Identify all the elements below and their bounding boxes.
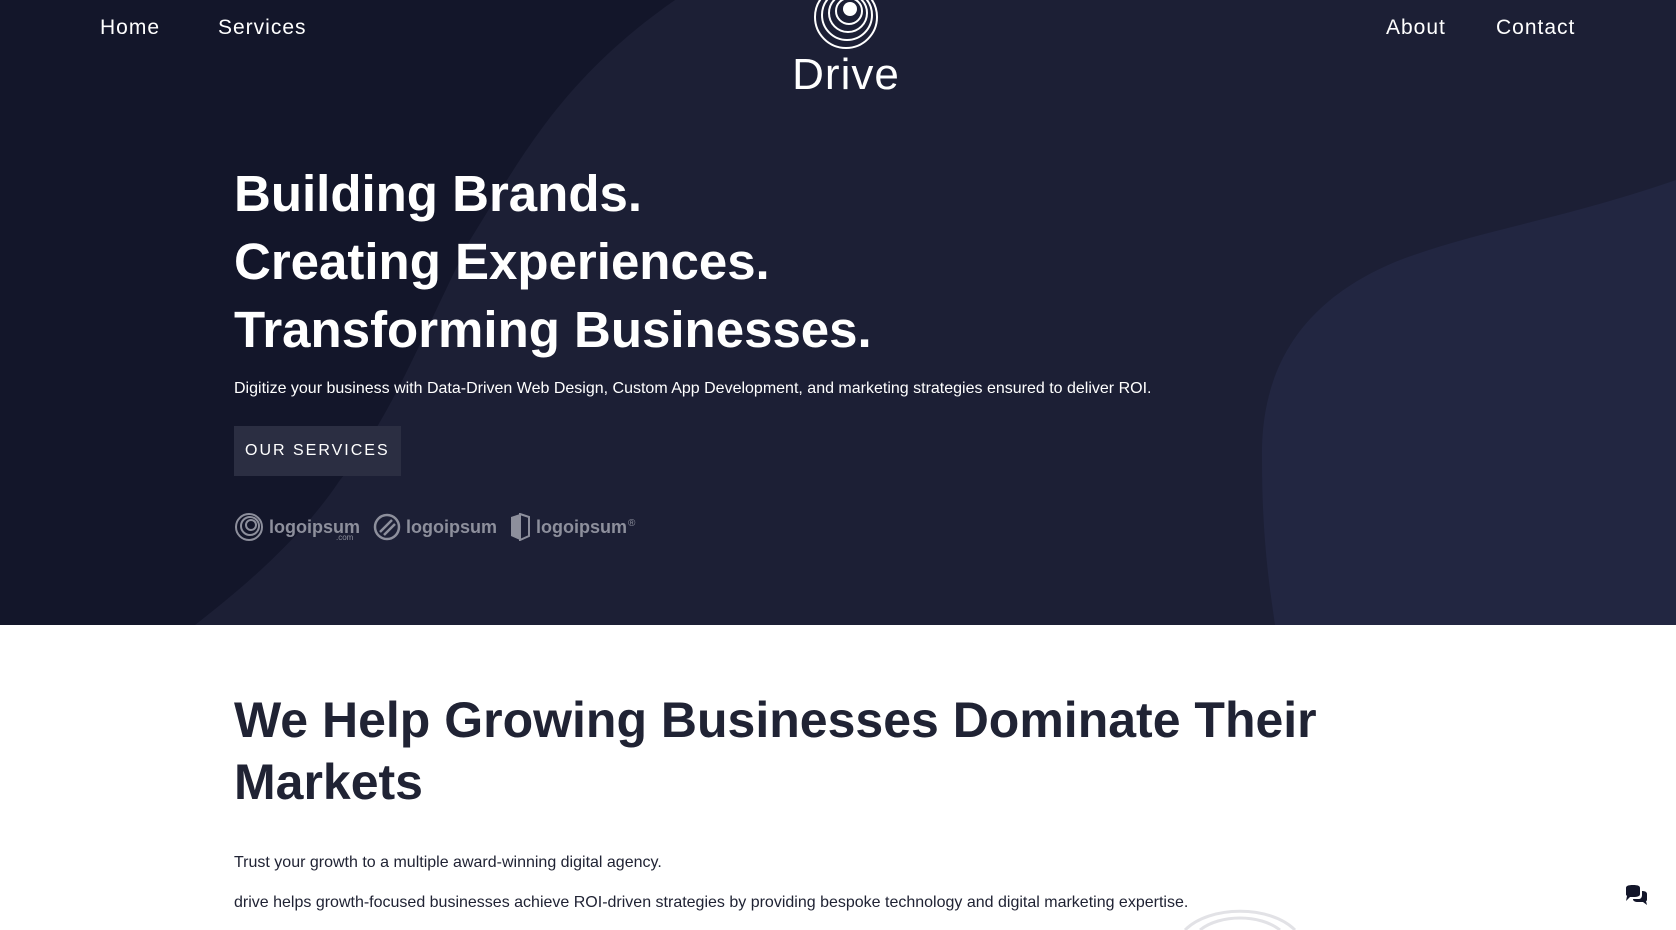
nav-services-link[interactable]: Services: [218, 16, 307, 40]
concentric-circles-watermark-icon: [1183, 909, 1297, 930]
section-paragraph: Trust your growth to a multiple award-wi…: [234, 854, 662, 871]
partner-logo-text: logoipsum: [406, 516, 497, 537]
headline-line: Creating Experiences.: [234, 233, 770, 290]
chat-bubbles-icon: [1626, 885, 1647, 905]
our-services-button[interactable]: OUR SERVICES: [234, 426, 401, 476]
hero-headline: Building Brands. Creating Experiences. T…: [234, 160, 872, 364]
section-title: We Help Growing Businesses Dominate Thei…: [234, 692, 1317, 810]
partner-logo: logoipsum: [373, 510, 497, 544]
partner-logo: logoipsum .com: [234, 510, 360, 544]
headline-line: Transforming Businesses.: [234, 301, 872, 358]
nav-home-link[interactable]: Home: [100, 16, 160, 40]
section-paragraph: drive helps growth-focused businesses ac…: [234, 894, 1189, 911]
nav-contact-link[interactable]: Contact: [1496, 16, 1575, 40]
half-shield-logo-icon: [511, 513, 530, 541]
chat-button[interactable]: [1624, 884, 1648, 908]
partner-logo-suffix: ®: [628, 517, 636, 529]
brand-logo[interactable]: Drive: [760, 0, 932, 100]
concentric-circles-logo-icon: [814, 0, 878, 49]
partner-logo-suffix: .com: [336, 533, 354, 542]
partner-logo-text: logoipsum: [536, 516, 627, 537]
partner-logo: logoipsum ®: [509, 510, 635, 544]
hero-section: Home Services About Contact Drive Buildi…: [0, 0, 1676, 625]
nav-about-link[interactable]: About: [1386, 16, 1446, 40]
spiral-logo-icon: [235, 513, 263, 541]
slashed-circle-logo-icon: [373, 513, 401, 541]
headline-line: Building Brands.: [234, 165, 642, 222]
brand-name: Drive: [792, 50, 900, 99]
hero-subheading: Digitize your business with Data-Driven …: [234, 380, 1152, 397]
